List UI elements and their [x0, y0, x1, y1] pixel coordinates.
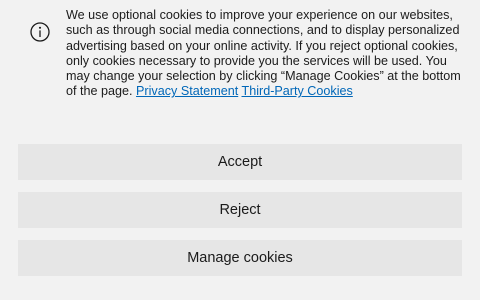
manage-cookies-button[interactable]: Manage cookies — [18, 240, 462, 276]
info-icon — [30, 22, 50, 42]
cookie-notice-text: We use optional cookies to improve your … — [66, 8, 464, 100]
accept-button[interactable]: Accept — [18, 144, 462, 180]
cookie-buttons: Accept Reject Manage cookies — [18, 144, 462, 288]
third-party-cookies-link[interactable]: Third-Party Cookies — [242, 84, 353, 98]
cookie-consent-banner: We use optional cookies to improve your … — [0, 0, 480, 300]
reject-button[interactable]: Reject — [18, 192, 462, 228]
privacy-statement-link[interactable]: Privacy Statement — [136, 84, 238, 98]
